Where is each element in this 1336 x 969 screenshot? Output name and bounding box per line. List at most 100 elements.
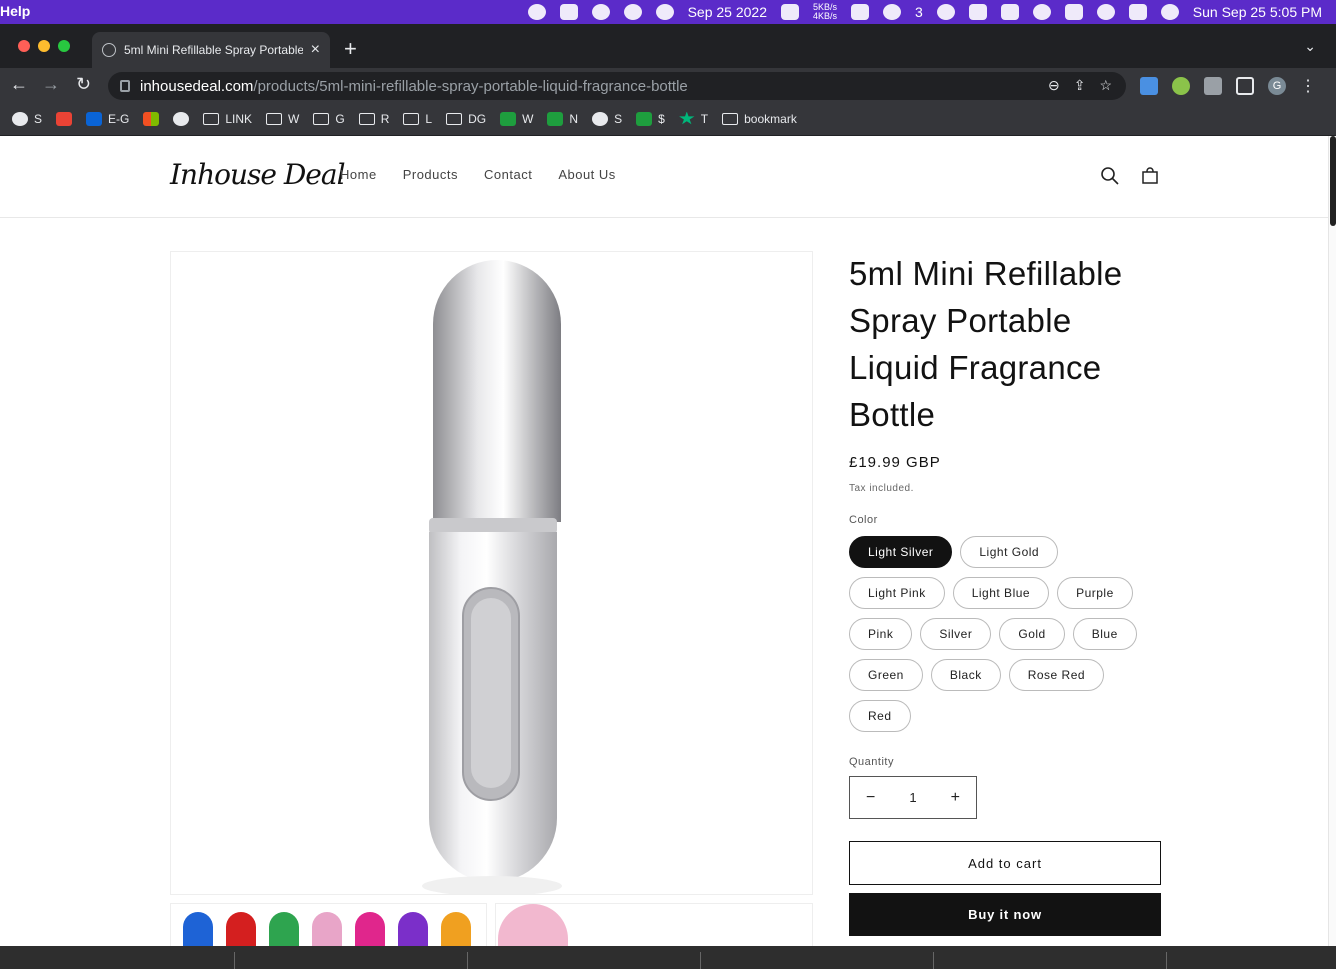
check-icon[interactable] bbox=[851, 4, 869, 20]
viking-icon[interactable] bbox=[559, 4, 578, 20]
nav-contact[interactable]: Contact bbox=[484, 167, 532, 182]
store-logo[interactable]: Inhouse Deal bbox=[170, 158, 346, 191]
zoom-icon[interactable]: ⊖ bbox=[1048, 77, 1060, 94]
battery-icon[interactable] bbox=[1000, 4, 1019, 20]
puzzle-extensions-icon[interactable] bbox=[1204, 77, 1222, 95]
color-option-green[interactable]: Green bbox=[849, 659, 923, 691]
bookmark-item[interactable]: W bbox=[500, 111, 533, 126]
teamviewer-icon[interactable] bbox=[623, 4, 642, 20]
color-option-blue[interactable]: Blue bbox=[1072, 618, 1137, 650]
page-scrollbar-track[interactable] bbox=[1328, 136, 1336, 946]
wifi-icon[interactable] bbox=[1032, 4, 1051, 20]
nav-home[interactable]: Home bbox=[340, 167, 377, 182]
color-option-rose-red[interactable]: Rose Red bbox=[1008, 659, 1105, 691]
bookmark-label: N bbox=[569, 111, 579, 126]
location-icon[interactable] bbox=[655, 4, 674, 20]
bookmark-label: E-G bbox=[108, 111, 130, 126]
quantity-input[interactable]: 1 bbox=[909, 790, 916, 805]
increase-quantity-button[interactable]: + bbox=[951, 789, 960, 807]
browser-tab-active[interactable]: 5ml Mini Refillable Spray Portable Liqui… bbox=[92, 32, 330, 68]
help-menu[interactable]: Help bbox=[0, 3, 30, 19]
menubar-clock[interactable]: Sun Sep 25 5:05 PM bbox=[1193, 4, 1322, 20]
strip-divider bbox=[467, 952, 468, 969]
control-center-icon[interactable] bbox=[1128, 4, 1147, 20]
buy-it-now-button[interactable]: Buy it now bbox=[849, 893, 1161, 936]
globe-icon bbox=[592, 111, 609, 126]
siri-icon[interactable] bbox=[1160, 4, 1179, 20]
bookmark-item[interactable]: S bbox=[592, 111, 622, 126]
wechat-icon[interactable] bbox=[883, 4, 901, 20]
add-to-cart-button[interactable]: Add to cart bbox=[849, 841, 1161, 885]
bookmark-item[interactable]: S bbox=[12, 111, 42, 126]
omnibox-actions: ⊖ ⇪ ☆ bbox=[1048, 77, 1112, 94]
new-tab-icon[interactable]: + bbox=[344, 38, 357, 60]
bookmark-item[interactable] bbox=[56, 111, 73, 126]
bookmark-item[interactable] bbox=[173, 111, 190, 126]
side-panel-icon[interactable] bbox=[1236, 77, 1254, 95]
cat-icon[interactable] bbox=[780, 4, 799, 20]
tab-title: 5ml Mini Refillable Spray Portable Liqui… bbox=[124, 43, 303, 57]
address-bar[interactable]: inhousedeal.com/products/5ml-mini-refill… bbox=[108, 72, 1126, 100]
header-actions bbox=[1100, 166, 1160, 186]
tab-close-icon[interactable]: × bbox=[311, 41, 320, 59]
color-option-red[interactable]: Red bbox=[849, 700, 911, 732]
minimize-window-icon[interactable] bbox=[38, 40, 50, 52]
bell-icon[interactable] bbox=[591, 4, 610, 20]
green-circle-extension-icon[interactable] bbox=[1172, 77, 1190, 95]
search-icon[interactable] bbox=[1100, 166, 1120, 186]
bookmark-item[interactable] bbox=[143, 111, 160, 126]
bookmark-star-icon[interactable]: ☆ bbox=[1099, 77, 1112, 94]
nav-products[interactable]: Products bbox=[403, 167, 458, 182]
share-icon[interactable]: ⇪ bbox=[1074, 77, 1086, 94]
bookmark-label: DG bbox=[468, 111, 487, 126]
product-main-image[interactable] bbox=[170, 251, 813, 895]
color-option-gold[interactable]: Gold bbox=[999, 618, 1065, 650]
bookmark-item[interactable]: W bbox=[266, 112, 299, 126]
line-icon[interactable] bbox=[527, 4, 546, 20]
color-option-light-silver[interactable]: Light Silver bbox=[849, 536, 953, 568]
bookmark-item[interactable]: LINK bbox=[203, 112, 252, 126]
color-option-light-blue[interactable]: Light Blue bbox=[952, 577, 1050, 609]
chrome-menu-icon[interactable]: ⋮ bbox=[1300, 76, 1316, 96]
cart-icon[interactable] bbox=[1140, 166, 1160, 186]
thumbnail-pink-bottle[interactable] bbox=[495, 903, 813, 948]
bookmark-item[interactable]: $ bbox=[636, 111, 665, 126]
decrease-quantity-button[interactable]: − bbox=[866, 789, 875, 807]
bookmark-item[interactable]: bookmark bbox=[722, 112, 797, 126]
color-option-silver[interactable]: Silver bbox=[920, 618, 992, 650]
zoom-window-icon[interactable] bbox=[58, 40, 70, 52]
nav-about-us[interactable]: About Us bbox=[558, 167, 615, 182]
bookmark-item[interactable]: E-G bbox=[86, 111, 130, 126]
macos-menubar: Help Sep 25 2022 5KB/s 4KB/s 3 Sun Sep 2… bbox=[0, 0, 1336, 24]
time-machine-icon[interactable] bbox=[936, 4, 955, 20]
color-option-light-pink[interactable]: Light Pink bbox=[849, 577, 945, 609]
bookmark-item[interactable]: T bbox=[679, 111, 708, 126]
globe-icon bbox=[12, 111, 28, 126]
page-scrollbar-thumb[interactable] bbox=[1330, 136, 1336, 226]
input-method-icon[interactable] bbox=[968, 4, 987, 20]
bookmark-item[interactable]: G bbox=[313, 112, 345, 126]
green-cross-icon bbox=[636, 111, 653, 126]
color-option-light-gold[interactable]: Light Gold bbox=[960, 536, 1059, 568]
download-extension-icon[interactable] bbox=[1140, 77, 1158, 95]
profile-avatar[interactable]: G bbox=[1268, 77, 1286, 95]
close-window-icon[interactable] bbox=[18, 40, 30, 52]
back-arrow-icon[interactable]: ← bbox=[10, 74, 28, 95]
color-option-purple[interactable]: Purple bbox=[1057, 577, 1133, 609]
spray-bottle-image bbox=[422, 260, 562, 894]
lock-icon[interactable] bbox=[120, 80, 130, 92]
bookmark-item[interactable]: DG bbox=[446, 112, 486, 126]
color-lineup-image bbox=[183, 912, 471, 948]
spotlight-search-icon[interactable] bbox=[1096, 4, 1115, 20]
tab-search-chevron-icon[interactable]: ⌄ bbox=[1304, 38, 1316, 55]
thumbnail-color-lineup[interactable] bbox=[170, 903, 487, 948]
bookmark-item[interactable]: L bbox=[403, 112, 432, 126]
store-header: Inhouse Deal Home Products Contact About… bbox=[0, 136, 1328, 218]
bookmark-item[interactable]: N bbox=[547, 111, 579, 126]
forward-arrow-icon[interactable]: → bbox=[42, 74, 60, 95]
reload-icon[interactable]: ↻ bbox=[76, 74, 91, 95]
color-option-pink[interactable]: Pink bbox=[849, 618, 913, 650]
color-option-black[interactable]: Black bbox=[930, 659, 1001, 691]
bookmark-item[interactable]: R bbox=[358, 112, 389, 126]
memory-icon[interactable] bbox=[1064, 4, 1083, 20]
